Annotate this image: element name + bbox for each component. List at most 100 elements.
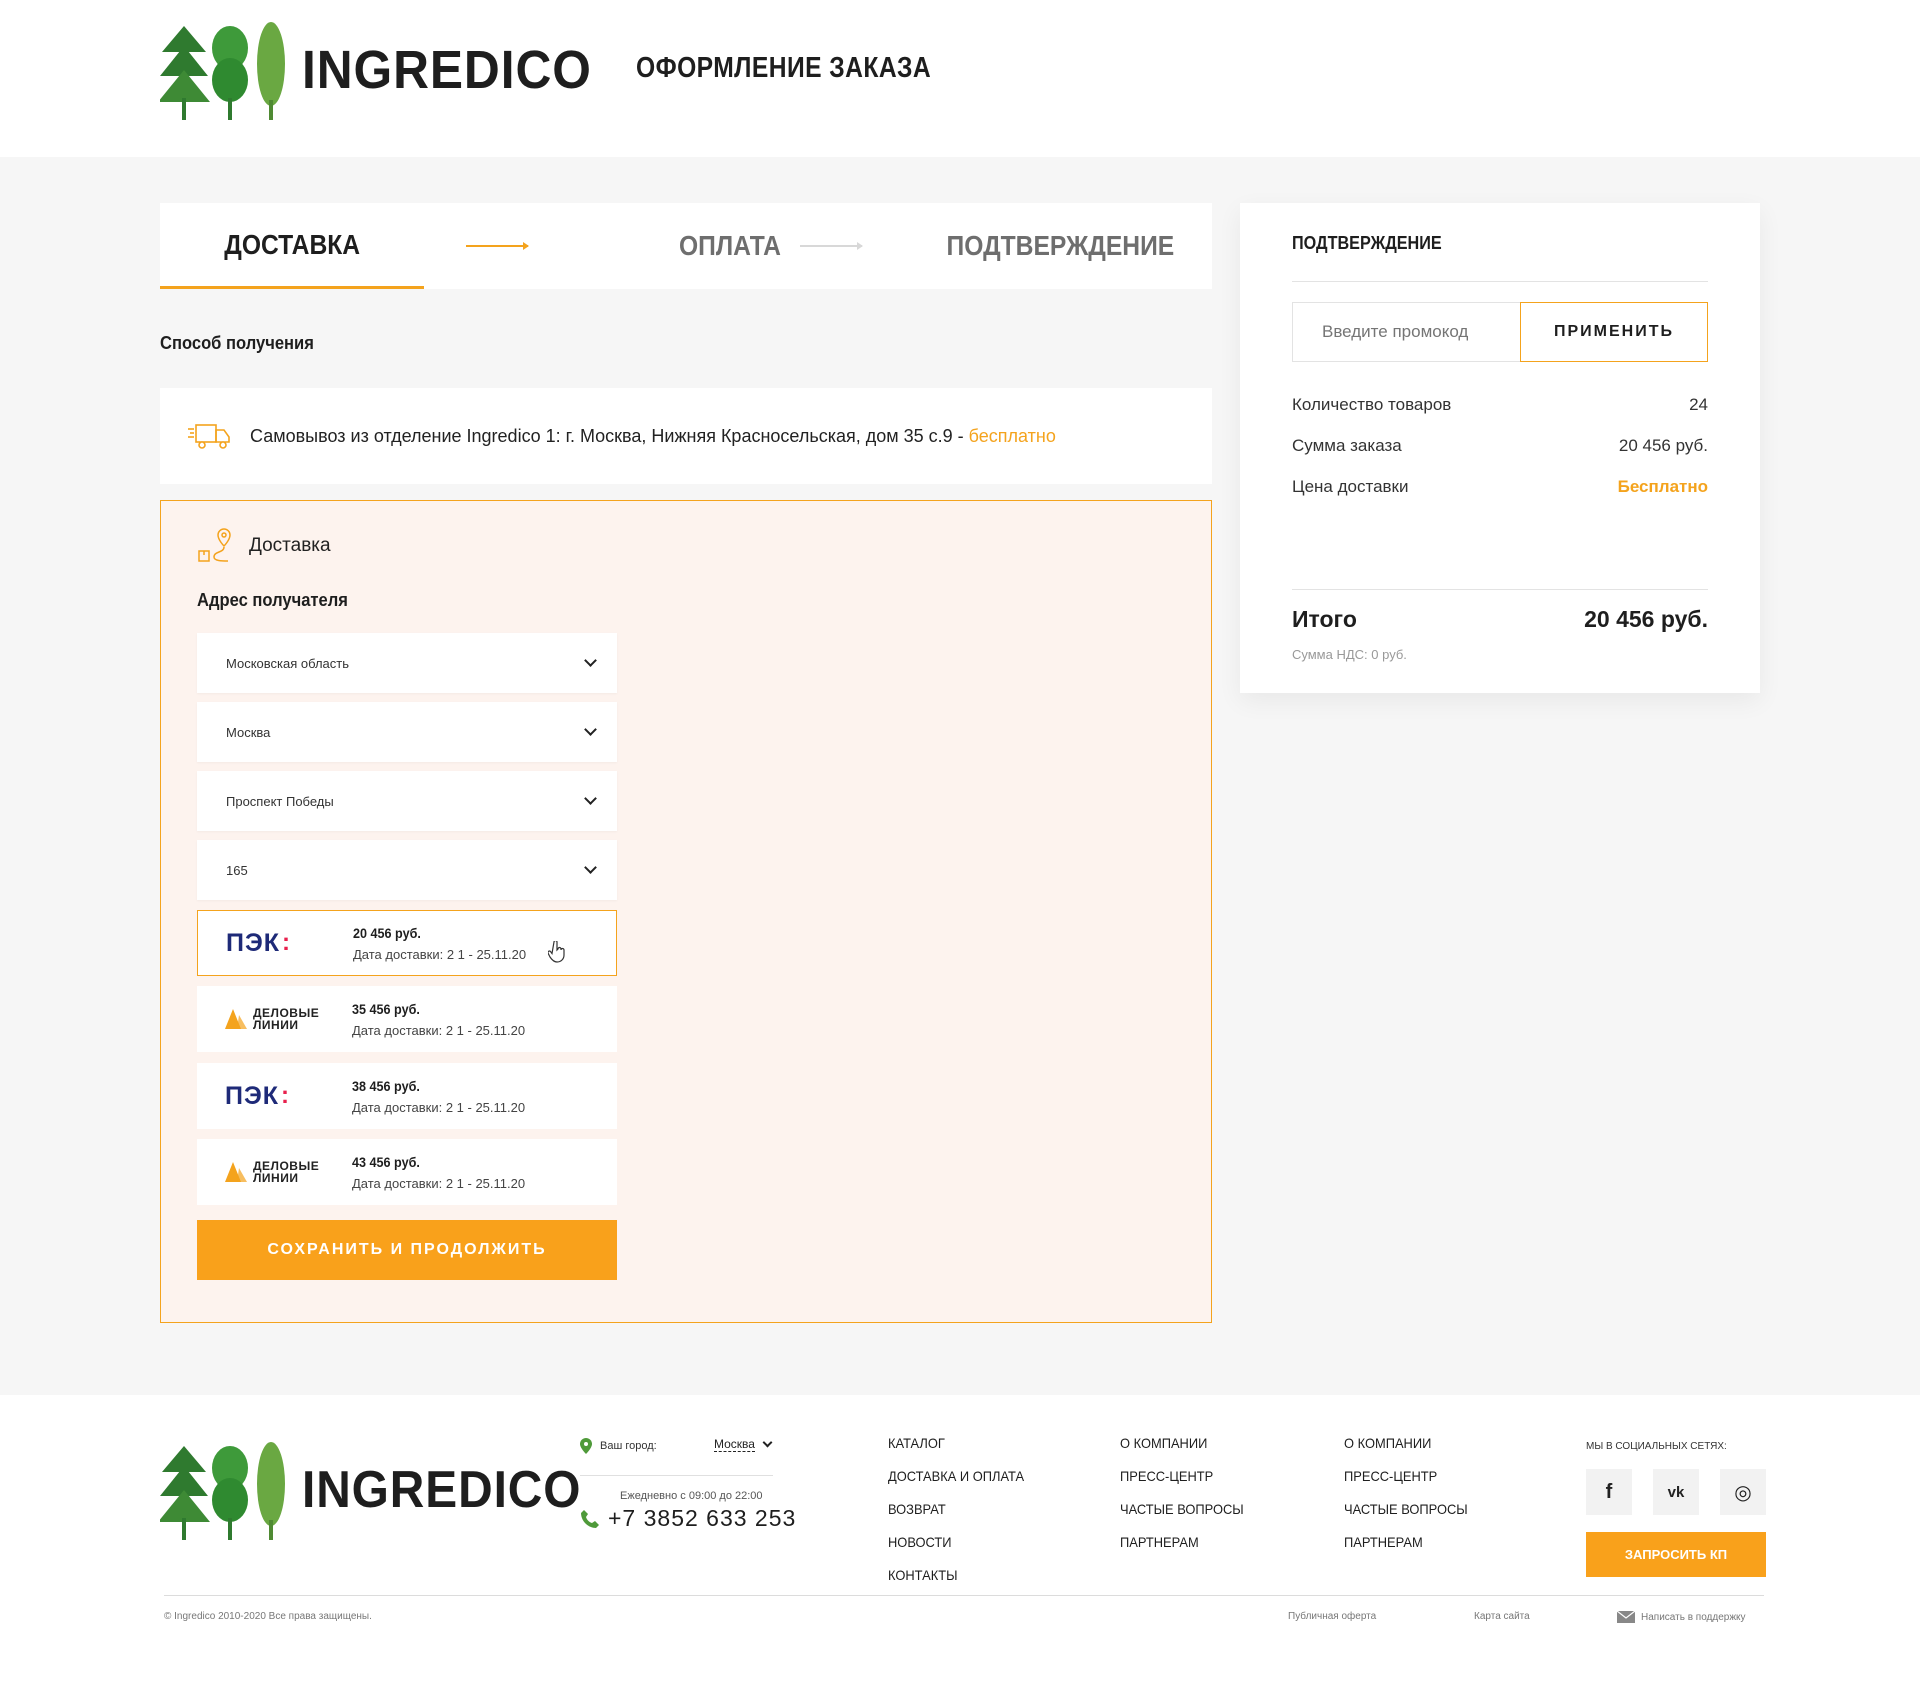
step-confirmation[interactable]: ПОДТВЕРЖДЕНИЕ bbox=[910, 203, 1210, 289]
chevron-down-icon bbox=[584, 792, 597, 805]
brand-name: INGREDICO bbox=[302, 1461, 582, 1519]
pek-logo: ПЭК: bbox=[225, 1081, 291, 1110]
city-value: Москва bbox=[226, 724, 271, 740]
city-value[interactable]: Москва bbox=[714, 1437, 755, 1452]
chevron-down-icon bbox=[762, 1437, 773, 1448]
carrier-date: Дата доставки: 2 1 - 25.11.20 bbox=[352, 1099, 526, 1115]
carrier-option[interactable]: ПЭК: 38 456 руб. Дата доставки: 2 1 - 25… bbox=[197, 1063, 617, 1129]
arrow-right-icon bbox=[466, 242, 529, 250]
carrier-price: 35 456 руб. bbox=[352, 1000, 420, 1017]
vat-note: Сумма НДС: 0 руб. bbox=[1292, 647, 1407, 662]
brand-name: INGREDICO bbox=[302, 40, 592, 100]
carrier-price: 20 456 руб. bbox=[353, 924, 421, 941]
public-offer-link[interactable]: Публичная оферта bbox=[1288, 1611, 1376, 1622]
row-label: Количество товаров bbox=[1292, 395, 1452, 414]
carrier-option[interactable]: ДЕЛОВЫЕ ЛИНИИ 35 456 руб. Дата доставки: … bbox=[197, 986, 617, 1052]
request-quote-button[interactable]: ЗАПРОСИТЬ КП bbox=[1586, 1532, 1766, 1577]
footer-link[interactable]: КАТАЛОГ bbox=[888, 1435, 1024, 1451]
total-label: Итого bbox=[1292, 606, 1357, 632]
footer-link[interactable]: КОНТАКТЫ bbox=[888, 1567, 1024, 1583]
total-value: 20 456 руб. bbox=[1584, 606, 1708, 632]
footer-link[interactable]: ПАРТНЕРАМ bbox=[1120, 1534, 1244, 1550]
vk-icon[interactable]: vk bbox=[1653, 1469, 1699, 1515]
footer-link[interactable]: ПРЕСС-ЦЕНТР bbox=[1344, 1468, 1468, 1484]
recipient-address-label: Адрес получателя bbox=[197, 590, 348, 610]
row-label: Сумма заказа bbox=[1292, 436, 1402, 455]
pickup-option[interactable]: Самовывоз из отделение Ingredico 1: г. М… bbox=[160, 388, 1212, 484]
footer-logo[interactable]: INGREDICO bbox=[160, 1438, 606, 1542]
row-value: 20 456 руб. bbox=[1618, 436, 1708, 455]
divider bbox=[1292, 281, 1708, 282]
footer-link[interactable]: ПРЕСС-ЦЕНТР bbox=[1120, 1468, 1244, 1484]
carrier-date: Дата доставки: 2 1 - 25.11.20 bbox=[352, 1022, 526, 1038]
row-label: Цена доставки bbox=[1292, 477, 1409, 496]
footer-link[interactable]: О КОМПАНИИ bbox=[1120, 1435, 1244, 1451]
truck-icon bbox=[188, 424, 230, 449]
facebook-icon[interactable]: f bbox=[1586, 1469, 1632, 1515]
house-value: 165 bbox=[226, 862, 248, 878]
region-value: Московская область bbox=[226, 655, 350, 671]
site-header: INGREDICO ОФОРМЛЕНИЕ ЗАКАЗА bbox=[0, 0, 1920, 157]
pickup-address: Самовывоз из отделение Ingredico 1: г. М… bbox=[250, 425, 964, 446]
instagram-icon[interactable]: ◎ bbox=[1720, 1469, 1766, 1515]
items-count-row: Количество товаров 24 bbox=[1292, 395, 1708, 415]
footer-link[interactable]: НОВОСТИ bbox=[888, 1534, 1024, 1550]
footer-column-3: О КОМПАНИИ ПРЕСС-ЦЕНТР ЧАСТЫЕ ВОПРОСЫ ПА… bbox=[1344, 1435, 1478, 1550]
street-select[interactable]: Проспект Победы bbox=[197, 771, 617, 831]
site-footer: INGREDICO Ваш город: Москва Ежедневно с … bbox=[0, 1395, 1920, 1692]
footer-link[interactable]: ДОСТАВКА И ОПЛАТА bbox=[888, 1468, 1024, 1484]
carrier-price: 38 456 руб. bbox=[352, 1077, 420, 1094]
social-label: МЫ В СОЦИАЛЬНЫХ СЕТЯХ: bbox=[1586, 1441, 1727, 1452]
dellin-mark-icon bbox=[225, 1162, 247, 1182]
footer-link[interactable]: ЧАСТЫЕ ВОПРОСЫ bbox=[1120, 1501, 1244, 1517]
chevron-down-icon bbox=[584, 654, 597, 667]
delivery-route-icon bbox=[198, 528, 231, 562]
trees-logo-icon bbox=[160, 1442, 285, 1540]
trees-logo-icon bbox=[160, 22, 285, 120]
save-and-continue-button[interactable]: СОХРАНИТЬ И ПРОДОЛЖИТЬ bbox=[197, 1220, 617, 1280]
phone-link[interactable]: +7 3852 633 253 bbox=[580, 1505, 796, 1532]
street-value: Проспект Победы bbox=[226, 793, 334, 809]
pek-logo: ПЭК: bbox=[226, 928, 292, 957]
delivery-header[interactable]: Доставка bbox=[197, 527, 331, 565]
row-value: 24 bbox=[1689, 395, 1708, 414]
sitemap-link[interactable]: Карта сайта bbox=[1474, 1611, 1530, 1622]
receipt-method-label: Способ получения bbox=[160, 333, 314, 353]
divider bbox=[580, 1475, 773, 1476]
city-label: Ваш город: bbox=[600, 1440, 657, 1452]
carrier-option[interactable]: ДЕЛОВЫЕ ЛИНИИ 43 456 руб. Дата доставки: … bbox=[197, 1139, 617, 1205]
footer-link[interactable]: ПАРТНЕРАМ bbox=[1344, 1534, 1468, 1550]
city-select[interactable]: Москва bbox=[197, 702, 617, 762]
footer-link[interactable]: ВОЗВРАТ bbox=[888, 1501, 1024, 1517]
dellin-logo: ДЕЛОВЫЕ ЛИНИИ bbox=[197, 1160, 352, 1184]
chevron-down-icon bbox=[584, 861, 597, 874]
checkout-main: ДОСТАВКА ОПЛАТА ПОДТВЕРЖДЕНИЕ Способ пол… bbox=[0, 157, 1920, 1395]
pickup-price: бесплатно bbox=[968, 425, 1056, 446]
delivery-option: Доставка Адрес получателя Московская обл… bbox=[160, 500, 1212, 1323]
page-title: ОФОРМЛЕНИЕ ЗАКАЗА bbox=[636, 52, 932, 84]
delivery-title: Доставка bbox=[249, 535, 331, 556]
order-sum-row: Сумма заказа 20 456 руб. bbox=[1292, 436, 1708, 456]
hand-cursor-icon bbox=[548, 941, 565, 963]
promo-code-input[interactable] bbox=[1292, 302, 1522, 362]
house-select[interactable]: 165 bbox=[197, 840, 617, 900]
header-logo[interactable]: INGREDICO bbox=[160, 18, 617, 122]
total-row: Итого 20 456 руб. bbox=[1292, 606, 1708, 633]
city-selector[interactable]: Ваш город: bbox=[580, 1438, 657, 1454]
footer-link[interactable]: ЧАСТЫЕ ВОПРОСЫ bbox=[1344, 1501, 1468, 1517]
apply-promo-button[interactable]: ПРИМЕНИТЬ bbox=[1520, 302, 1708, 362]
footer-column-1: КАТАЛОГ ДОСТАВКА И ОПЛАТА ВОЗВРАТ НОВОСТ… bbox=[888, 1435, 1036, 1583]
step-delivery[interactable]: ДОСТАВКА bbox=[160, 203, 424, 289]
mail-icon bbox=[1617, 1611, 1635, 1623]
arrow-right-icon bbox=[800, 242, 863, 250]
divider bbox=[164, 1595, 1764, 1596]
support-link[interactable]: Написать в поддержку bbox=[1617, 1611, 1746, 1623]
chevron-down-icon bbox=[584, 723, 597, 736]
footer-link[interactable]: О КОМПАНИИ bbox=[1344, 1435, 1468, 1451]
delivery-price-row: Цена доставки Бесплатно bbox=[1292, 477, 1708, 497]
support-link-label: Написать в поддержку bbox=[1641, 1611, 1746, 1623]
checkout-steps: ДОСТАВКА ОПЛАТА ПОДТВЕРЖДЕНИЕ bbox=[160, 203, 1212, 289]
row-value: Бесплатно bbox=[1617, 477, 1708, 496]
copyright: © Ingredico 2010-2020 Все права защищены… bbox=[164, 1611, 372, 1622]
region-select[interactable]: Московская область bbox=[197, 633, 617, 693]
